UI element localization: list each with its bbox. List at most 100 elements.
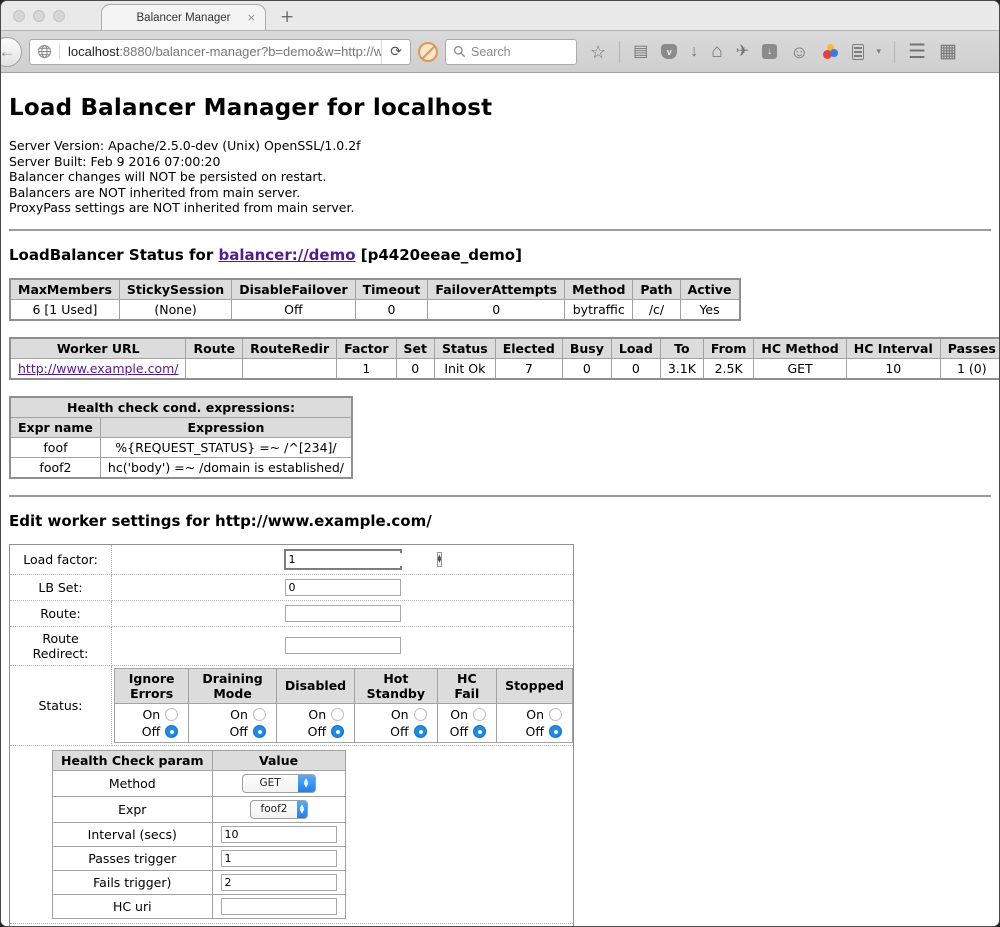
load-factor-stepper[interactable]: ▲▼	[284, 549, 402, 570]
col-factor: Factor	[337, 338, 396, 359]
form-row-status: Status: Ignore Errors Draining Mode Disa…	[10, 665, 574, 745]
navigation-toolbar: ← localhost:8880/balancer-manager?b=demo…	[1, 31, 999, 73]
cell-method: bytraffic	[565, 299, 633, 320]
cell-factor: 1	[337, 358, 396, 379]
balancer-link[interactable]: balancer://demo	[218, 246, 355, 264]
new-tab-button[interactable]: +	[280, 7, 294, 27]
load-factor-input[interactable]	[286, 553, 437, 566]
col-hot-standby: Hot Standby	[355, 668, 437, 703]
cell-elected: 7	[495, 358, 562, 379]
smiley-icon[interactable]: ☺	[790, 43, 808, 61]
col-elected: Elected	[495, 338, 562, 359]
battery-icon[interactable]	[852, 44, 864, 60]
hc-expr-select[interactable]: foof2▲▼	[250, 800, 308, 819]
ignore-errors-off-radio[interactable]	[165, 725, 178, 738]
hc-uri-input[interactable]	[221, 898, 337, 915]
route-label: Route:	[10, 600, 112, 626]
cell-busy: 0	[562, 358, 611, 379]
hc-passes-input[interactable]	[221, 850, 337, 867]
stepper-arrows-icon[interactable]: ▲▼	[437, 552, 443, 567]
table-row: 6 [1 Used] (None) Off 0 0 bytraffic /c/ …	[10, 299, 740, 320]
reading-list-icon[interactable]: ▤	[633, 44, 648, 60]
cell-hc-method: GET	[754, 358, 846, 379]
hc-fail-off-radio[interactable]	[473, 725, 486, 738]
hc-method-value: GET	[243, 777, 298, 789]
close-window-button[interactable]	[13, 10, 25, 22]
grid-icon[interactable]: ▦	[939, 42, 957, 61]
browser-tab[interactable]: Balancer Manager ×	[101, 4, 266, 30]
site-identity-icon[interactable]	[30, 44, 60, 59]
bookmark-star-icon[interactable]: ☆	[590, 43, 606, 61]
route-redirect-input[interactable]	[285, 637, 401, 654]
route-input[interactable]	[285, 605, 401, 622]
radio-off-label: Off	[308, 724, 326, 739]
hc-method-select[interactable]: GET▲▼	[242, 774, 316, 793]
minimize-window-button[interactable]	[33, 10, 45, 22]
pocket-icon[interactable]: v	[661, 44, 677, 59]
ignore-errors-on-radio[interactable]	[165, 708, 178, 721]
back-button[interactable]: ←	[0, 37, 22, 67]
col-from: From	[703, 338, 754, 359]
radio-on-label: On	[308, 707, 326, 722]
zoom-window-button[interactable]	[53, 10, 65, 22]
url-text[interactable]: localhost:8880/balancer-manager?b=demo&w…	[60, 44, 381, 59]
url-bar[interactable]: localhost:8880/balancer-manager?b=demo&w…	[29, 39, 411, 65]
disabled-off-radio[interactable]	[331, 725, 344, 738]
home-icon[interactable]: ⌂	[711, 42, 722, 61]
hot-standby-on-radio[interactable]	[414, 708, 427, 721]
hc-fails-input[interactable]	[221, 874, 337, 891]
table-row: foof %{REQUEST_STATUS} =~ /^[234]/	[10, 437, 352, 457]
adblock-icon[interactable]	[418, 42, 438, 62]
hc-expr-label: Expr	[53, 796, 213, 822]
hc-expr-value: foof2	[251, 803, 298, 815]
hc-fail-on-radio[interactable]	[473, 708, 486, 721]
col-status: Status	[435, 338, 496, 359]
download-icon[interactable]: ↓	[690, 44, 698, 60]
load-factor-label: Load factor:	[10, 544, 112, 574]
disabled-on-radio[interactable]	[331, 708, 344, 721]
radio-off-label: Off	[526, 724, 544, 739]
page-title: Load Balancer Manager for localhost	[9, 95, 991, 121]
extension-dots-icon[interactable]	[822, 44, 839, 60]
hc-row-fails: Fails trigger)	[53, 870, 346, 894]
col-hc-value: Value	[212, 750, 345, 770]
toolbar-separator	[619, 41, 620, 63]
hc-interval-input[interactable]	[221, 826, 337, 843]
form-row-health-check: Health Check param Value Method GET▲▼ Ex…	[10, 745, 574, 923]
cell-stickysession: (None)	[119, 299, 231, 320]
stopped-off-radio[interactable]	[549, 725, 562, 738]
dropdown-caret-icon[interactable]: ▾	[877, 46, 882, 57]
draining-mode-off-radio[interactable]	[253, 725, 266, 738]
select-arrows-icon: ▲▼	[297, 800, 306, 819]
status-cell-draining-mode: On Off	[189, 703, 277, 742]
hot-standby-off-radio[interactable]	[414, 725, 427, 738]
reload-button[interactable]: ⟳	[381, 40, 410, 64]
status-heading-suffix: [p4420eeae_demo]	[356, 246, 522, 264]
panel-download-icon[interactable]: ↓	[762, 44, 777, 59]
col-active: Active	[680, 279, 739, 300]
worker-url-link[interactable]: http://www.example.com/	[18, 361, 178, 376]
col-hc-param: Health Check param	[53, 750, 213, 770]
hc-row-interval: Interval (secs)	[53, 822, 346, 846]
status-label: Status:	[10, 665, 112, 745]
hc-passes-label: Passes trigger	[53, 846, 213, 870]
hc-fails-label: Fails trigger)	[53, 870, 213, 894]
send-icon[interactable]: ✈	[736, 44, 749, 60]
menu-icon[interactable]: ☰	[908, 42, 926, 62]
search-bar[interactable]: Search	[445, 39, 577, 65]
edit-worker-heading: Edit worker settings for http://www.exam…	[9, 512, 991, 530]
status-cell-disabled: On Off	[276, 703, 354, 742]
col-method: Method	[565, 279, 633, 300]
table-row: http://www.example.com/ 1 0 Init Ok 7 0 …	[10, 358, 999, 379]
window-controls[interactable]	[13, 10, 65, 22]
lb-set-input[interactable]	[285, 579, 401, 596]
col-maxmembers: MaxMembers	[10, 279, 119, 300]
draining-mode-on-radio[interactable]	[253, 708, 266, 721]
stopped-on-radio[interactable]	[549, 708, 562, 721]
col-disabled: Disabled	[276, 668, 354, 703]
cell-failoverattempts: 0	[428, 299, 565, 320]
tab-close-icon[interactable]: ×	[247, 12, 256, 23]
col-passes: Passes	[940, 338, 999, 359]
cell-path: /c/	[633, 299, 680, 320]
tab-bar: Balancer Manager × +	[1, 1, 999, 31]
